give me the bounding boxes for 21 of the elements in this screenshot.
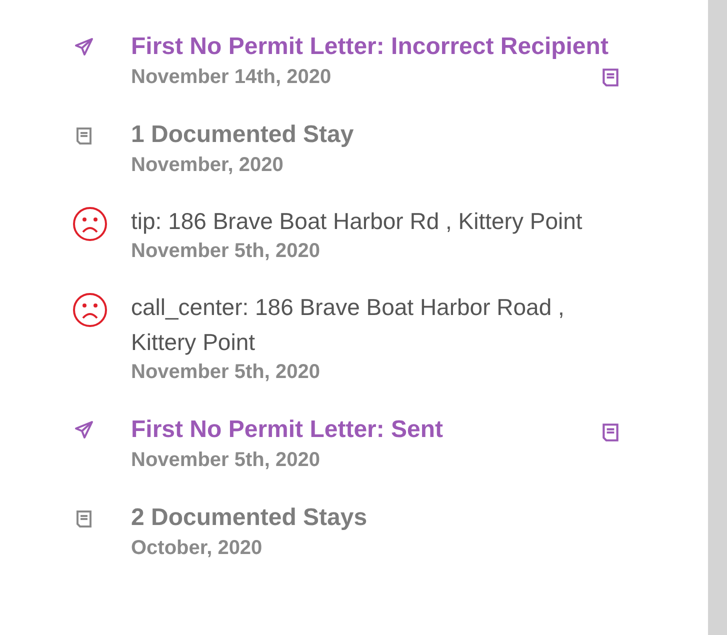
- entry-title: First No Permit Letter: Sent: [131, 416, 444, 443]
- entry-title: call_center: 186 Brave Boat Harbor Road , Kittery Point: [131, 294, 564, 355]
- scrollbar[interactable]: [708, 0, 727, 635]
- document-icon[interactable]: [600, 67, 621, 88]
- document-icon: [74, 126, 94, 146]
- entry-date: November 14th, 2020: [131, 65, 332, 89]
- entry-date: November 5th, 2020: [131, 239, 320, 263]
- entry-title: 1 Documented Stay: [131, 121, 354, 148]
- document-icon: [74, 509, 94, 529]
- entry-title: First No Permit Letter: Incorrect Recipient: [131, 33, 608, 60]
- entry-date: November, 2020: [131, 153, 284, 177]
- entry-date: October, 2020: [131, 536, 262, 560]
- send-icon: [74, 420, 94, 440]
- entry-date: November 5th, 2020: [131, 448, 320, 472]
- send-icon: [74, 37, 94, 57]
- entry-title: 2 Documented Stays: [131, 504, 368, 531]
- sad-face-icon: [72, 206, 108, 242]
- document-icon[interactable]: [600, 422, 621, 443]
- entry-date: November 5th, 2020: [131, 360, 320, 384]
- entry-title: tip: 186 Brave Boat Harbor Rd , Kittery Point: [131, 208, 582, 234]
- sad-face-icon: [72, 292, 108, 328]
